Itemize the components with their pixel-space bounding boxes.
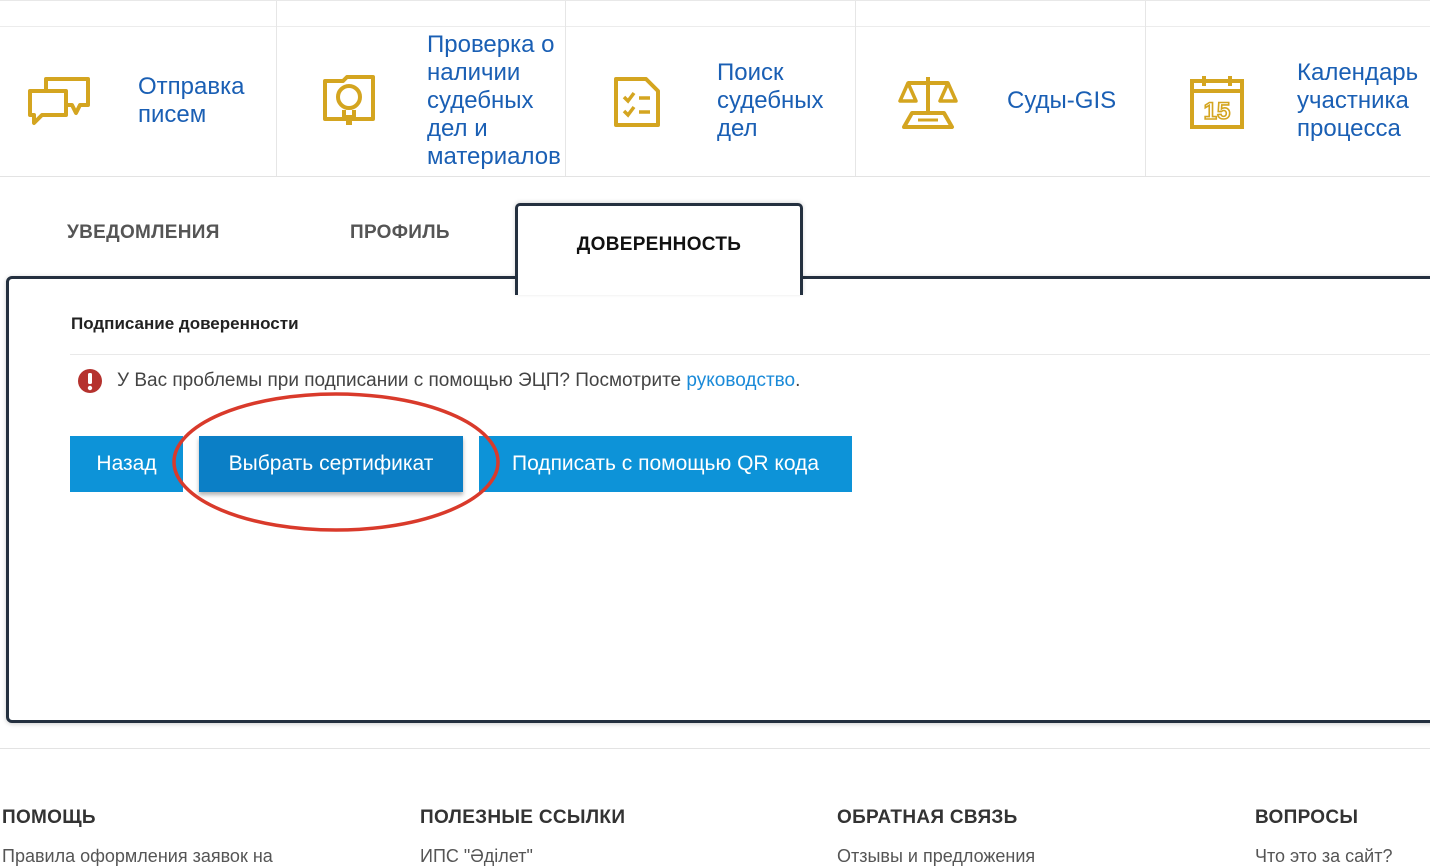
service-send-letters[interactable]: Отправка писем xyxy=(0,27,276,176)
footer-heading-feedback: ОБРАТНАЯ СВЯЗЬ xyxy=(837,807,1018,828)
guide-link[interactable]: руководство xyxy=(686,370,795,391)
checklist-icon xyxy=(614,77,660,127)
exclamation-icon xyxy=(78,369,102,393)
alert-message-end: . xyxy=(795,370,801,391)
back-button[interactable]: Назад xyxy=(70,436,183,492)
service-check-cases[interactable]: Проверка о наличии судебных дел и матери… xyxy=(277,27,565,176)
calendar-day-number: 15 xyxy=(1204,98,1231,125)
service-calendar[interactable]: 15 Календарь участника процесса xyxy=(1146,27,1430,176)
service-label[interactable]: Суды-GIS xyxy=(1007,87,1116,115)
content-panel xyxy=(6,276,1430,723)
search-document-icon xyxy=(323,75,375,125)
footer-heading-useful-links: ПОЛЕЗНЫЕ ССЫЛКИ xyxy=(420,807,626,828)
tab-notifications[interactable]: УВЕДОМЛЕНИЯ xyxy=(67,222,220,262)
service-label[interactable]: Отправка писем xyxy=(138,73,244,129)
footer-divider xyxy=(0,748,1430,749)
footer-heading-help: ПОМОЩЬ xyxy=(2,807,96,828)
tab-power-of-attorney-label: ДОВЕРЕННОСТЬ xyxy=(576,234,742,255)
sign-qr-button[interactable]: Подписать с помощью QR кода xyxy=(479,436,852,492)
footer-heading-questions: ВОПРОСЫ xyxy=(1255,807,1359,828)
strip-bottom-divider xyxy=(0,176,1430,177)
panel-title: Подписание доверенности xyxy=(71,314,299,333)
service-label[interactable]: Поиск судебных дел xyxy=(717,59,824,143)
service-label[interactable]: Календарь участника процесса xyxy=(1297,59,1418,143)
service-courts-gis[interactable]: Суды-GIS xyxy=(856,27,1145,176)
alert-message-text: У Вас проблемы при подписании с помощью … xyxy=(117,370,687,391)
tab-power-of-attorney[interactable]: ДОВЕРЕННОСТЬ xyxy=(515,203,803,295)
panel-divider xyxy=(70,354,1430,355)
service-label[interactable]: Проверка о наличии судебных дел и матери… xyxy=(427,31,561,171)
tab-profile[interactable]: ПРОФИЛЬ xyxy=(350,222,450,262)
service-search-cases[interactable]: Поиск судебных дел xyxy=(566,27,855,176)
chat-bubbles-icon xyxy=(28,77,90,125)
services-strip: Отправка писем Проверка о наличии судебн… xyxy=(0,0,1430,177)
scales-icon xyxy=(898,77,958,129)
choose-certificate-button[interactable]: Выбрать сертификат xyxy=(199,436,463,492)
signing-help-message: У Вас проблемы при подписании с помощью … xyxy=(117,370,800,392)
calendar-icon: 15 xyxy=(1190,76,1244,129)
